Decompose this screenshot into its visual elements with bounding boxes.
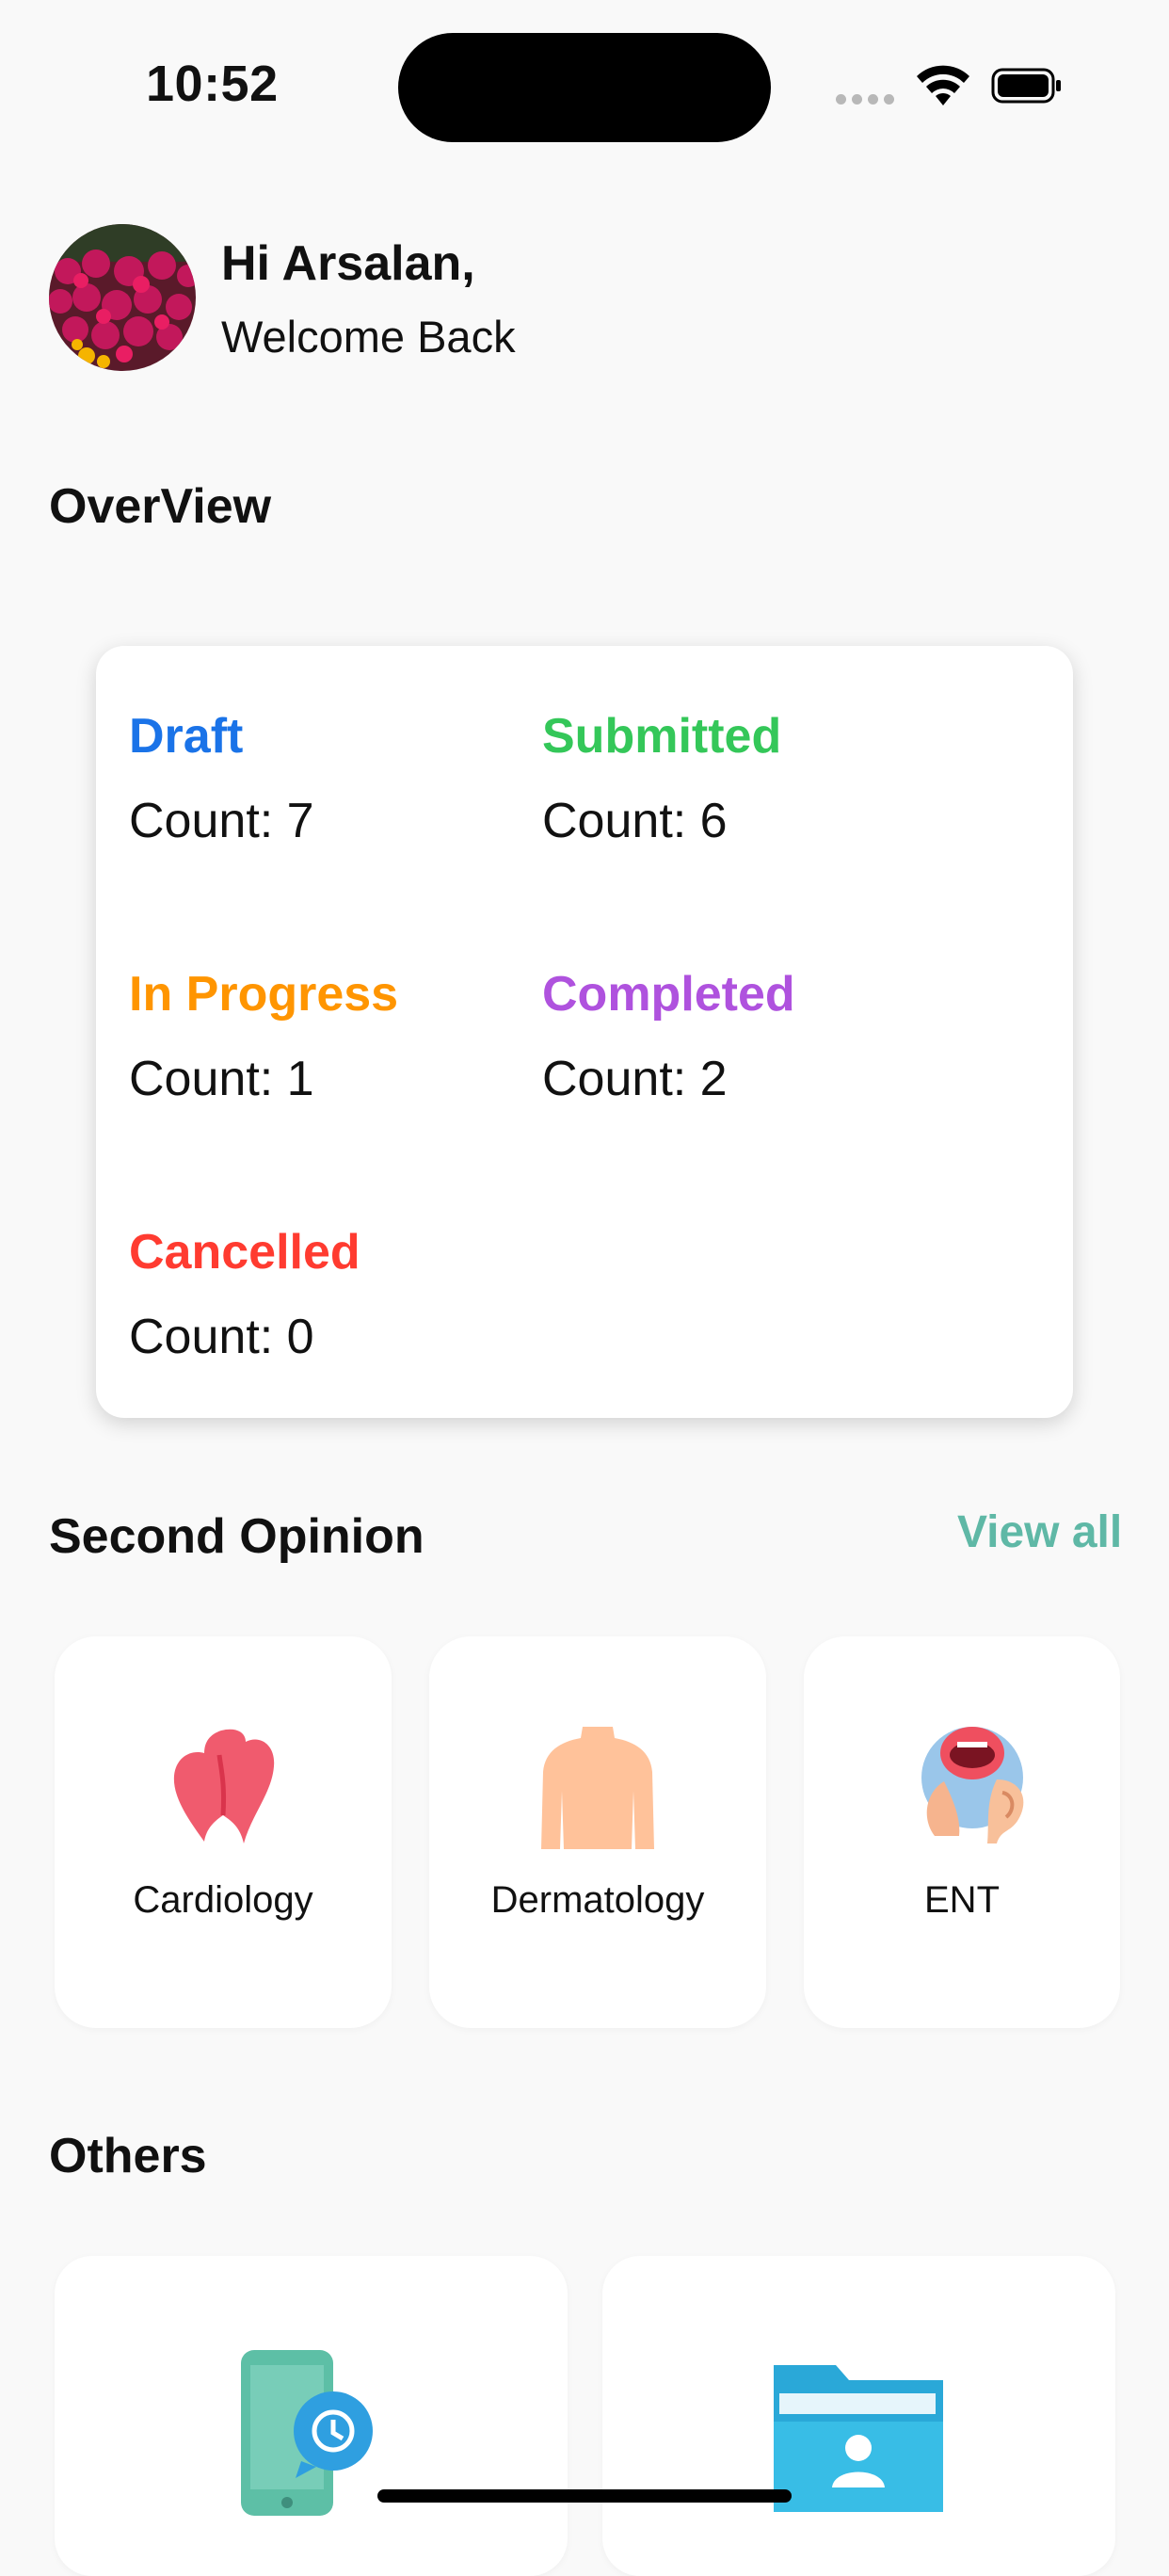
stat-count-draft: Count: 7	[129, 794, 314, 848]
stat-label-cancelled[interactable]: Cancelled	[129, 1224, 360, 1280]
specialty-label: ENT	[924, 1879, 1000, 1921]
specialty-label: Cardiology	[133, 1879, 313, 1921]
dynamic-island	[398, 33, 771, 142]
stat-label-draft[interactable]: Draft	[129, 708, 243, 765]
cellular-signal-icon	[836, 92, 900, 109]
overview-title: OverView	[49, 479, 272, 534]
avatar[interactable]	[49, 224, 196, 371]
stat-label-in-progress[interactable]: In Progress	[129, 966, 398, 1022]
patient-folder-icon	[774, 2365, 943, 2512]
specialty-label: Dermatology	[490, 1879, 705, 1921]
stat-label-completed[interactable]: Completed	[542, 966, 795, 1022]
welcome-text: Welcome Back	[221, 312, 516, 362]
phone-history-icon	[241, 2350, 373, 2516]
wifi-icon	[917, 65, 969, 105]
status-time: 10:52	[146, 56, 279, 112]
others-title: Others	[49, 2129, 207, 2183]
second-opinion-title: Second Opinion	[49, 1509, 424, 1564]
flower-photo-icon	[49, 224, 196, 371]
others-card-history[interactable]	[55, 2256, 568, 2576]
stat-label-submitted[interactable]: Submitted	[542, 708, 781, 765]
greeting-text: Hi Arsalan,	[221, 236, 475, 291]
ent-icon	[921, 1727, 1024, 1843]
home-indicator[interactable]	[377, 2489, 792, 2503]
battery-icon	[991, 68, 1061, 104]
stat-count-cancelled: Count: 0	[129, 1310, 314, 1364]
heart-icon	[173, 1729, 275, 1843]
view-all-link[interactable]: View all	[957, 1506, 1122, 1558]
others-card-records[interactable]	[602, 2256, 1115, 2576]
stat-count-completed: Count: 2	[542, 1052, 728, 1106]
stat-count-in-progress: Count: 1	[129, 1052, 314, 1106]
stat-count-submitted: Count: 6	[542, 794, 728, 848]
torso-icon	[541, 1727, 654, 1849]
specialty-card-cardiology[interactable]: Cardiology	[55, 1636, 392, 2028]
specialty-card-ent[interactable]: ENT	[804, 1636, 1120, 2028]
specialty-card-dermatology[interactable]: Dermatology	[429, 1636, 766, 2028]
